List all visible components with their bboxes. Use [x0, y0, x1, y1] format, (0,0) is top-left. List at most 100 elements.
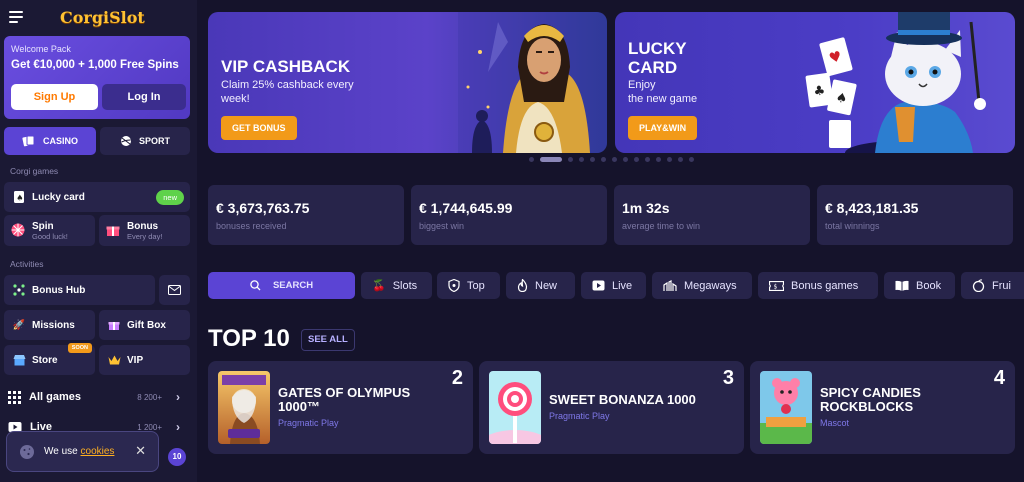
svg-text:♣: ♣ — [813, 83, 827, 99]
search-label: SEARCH — [272, 280, 314, 291]
banner-description-line-2: the new game — [628, 93, 698, 105]
bonus-hub-label: Bonus Hub — [32, 284, 86, 296]
category-new[interactable]: New — [506, 272, 575, 299]
carousel-dot[interactable] — [645, 157, 650, 162]
sidebar-item-gift-box[interactable]: Gift Box — [99, 310, 190, 340]
game-name: SPICY CANDIES ROCKBLOCKS — [820, 385, 921, 414]
carousel-dot[interactable] — [623, 157, 628, 162]
sidebar-item-store[interactable]: Store SOON — [4, 343, 95, 375]
section-title-top-10: TOP 10 — [208, 325, 290, 352]
all-games-count: 8 200+ — [137, 392, 162, 402]
new-badge: new — [156, 190, 184, 205]
carousel-dot-active[interactable] — [540, 157, 562, 162]
game-rank: 2 — [451, 367, 463, 389]
stat-card: € 3,673,763.75 bonuses received — [208, 185, 404, 245]
banner-vip-cashback[interactable]: VIP CASHBACK Claim 25% cashback every we… — [208, 12, 607, 153]
sidebar-item-missions[interactable]: 🚀 Missions — [4, 310, 95, 340]
game-card[interactable]: 3 SWEET BONANZA 1000 Pragmatic Play — [479, 361, 744, 454]
sidebar-item-vip[interactable]: VIP — [99, 345, 190, 375]
close-icon[interactable]: ✕ — [135, 443, 146, 459]
cookie-icon — [20, 444, 34, 459]
carousel-dot[interactable] — [529, 157, 534, 162]
gift-box-icon — [107, 318, 121, 332]
menu-icon[interactable] — [9, 11, 23, 23]
mail-icon — [168, 285, 181, 295]
cookie-text-label: We use — [44, 446, 78, 457]
category-live[interactable]: Live — [581, 272, 646, 299]
category-top[interactable]: Top — [437, 272, 500, 299]
stat-value: € 8,423,181.35 — [825, 200, 919, 216]
category-fruit[interactable]: Frui — [961, 272, 1024, 299]
mail-button[interactable] — [159, 275, 190, 305]
wheel-icon — [11, 223, 25, 237]
search-icon — [250, 280, 261, 291]
carousel-dot[interactable] — [678, 157, 683, 162]
carousel-dot[interactable] — [612, 157, 617, 162]
game-thumbnail-sweet-bonanza[interactable] — [489, 371, 541, 444]
category-book[interactable]: Book — [884, 272, 955, 299]
gift-box-label: Gift Box — [127, 319, 166, 331]
sidebar-item-bonus-hub[interactable]: Bonus Hub — [4, 275, 155, 305]
ticket-icon: $ — [769, 280, 784, 291]
game-rank: 4 — [993, 367, 1005, 389]
sidebar-item-spin[interactable]: Spin Good luck! — [4, 215, 95, 246]
game-name: GATES OF OLYMPUS 1000™ — [278, 385, 411, 414]
see-all-button[interactable]: SEE ALL — [301, 329, 355, 351]
stat-value: € 3,673,763.75 — [216, 200, 310, 216]
fruit-icon — [972, 279, 985, 292]
sidebar-item-all-games[interactable]: All games 8 200+ › — [8, 388, 186, 406]
sidebar-item-lucky-card[interactable]: ♠ Lucky card new — [4, 182, 190, 212]
bonus-label: Bonus — [127, 220, 159, 232]
carousel-dot[interactable] — [656, 157, 661, 162]
welcome-offer: Get €10,000 + 1,000 Free Spins — [11, 59, 179, 71]
stat-card: € 8,423,181.35 total winnings — [817, 185, 1013, 245]
ball-icon — [120, 136, 131, 146]
casino-tab[interactable]: CASINO — [4, 127, 96, 155]
cherry-icon: 🍒 — [372, 280, 386, 292]
game-provider[interactable]: Pragmatic Play — [278, 418, 339, 428]
stat-label: average time to win — [622, 221, 701, 231]
category-bonus-games[interactable]: $ Bonus games — [758, 272, 878, 299]
brand-logo[interactable]: CorgiSlot — [60, 8, 145, 27]
category-slots[interactable]: 🍒 Slots — [361, 272, 432, 299]
game-thumbnail-gates-of-olympus[interactable] — [218, 371, 270, 444]
carousel-dot[interactable] — [579, 157, 584, 162]
carousel-dot[interactable] — [667, 157, 672, 162]
flame-icon — [517, 279, 528, 292]
game-rank: 3 — [722, 367, 734, 389]
game-provider[interactable]: Mascot — [820, 418, 849, 428]
stat-label: biggest win — [419, 221, 465, 231]
carousel-pagination — [529, 157, 694, 162]
get-bonus-button[interactable]: GET BONUS — [221, 116, 297, 140]
category-megaways[interactable]: Megaways — [652, 272, 752, 299]
notification-count-badge[interactable]: 10 — [168, 448, 186, 466]
chevron-right-icon: › — [176, 390, 180, 404]
category-label: Live — [612, 279, 633, 292]
banner-title: VIP CASHBACK — [221, 57, 351, 76]
carousel-dot[interactable] — [634, 157, 639, 162]
sport-tab[interactable]: SPORT — [100, 127, 190, 155]
sign-up-button[interactable]: Sign Up — [11, 84, 98, 110]
carousel-dot[interactable] — [590, 157, 595, 162]
bonus-sublabel: Every day! — [127, 231, 163, 241]
banner-lucky-card[interactable]: ♥ ♠ ♣ LUCKY CARD Enjoy the new game PLAY… — [615, 12, 1015, 153]
search-button[interactable]: SEARCH — [208, 272, 355, 299]
game-card[interactable]: 4 SPICY CANDIES ROCKBLOCKS Mascot — [750, 361, 1015, 454]
grid-icon — [8, 390, 21, 404]
stat-value: € 1,744,645.99 — [419, 200, 513, 216]
carousel-dot[interactable] — [601, 157, 606, 162]
play-and-win-button[interactable]: PLAY&WIN — [628, 116, 698, 140]
game-card[interactable]: 2 GATES OF OLYMPUS 1000™ Pragmatic Play — [208, 361, 473, 454]
carousel-dot[interactable] — [689, 157, 694, 162]
game-provider[interactable]: Pragmatic Play — [549, 411, 610, 421]
category-label: Book — [916, 279, 942, 292]
megaways-icon — [663, 279, 677, 291]
sidebar-item-bonus[interactable]: Bonus Every day! — [99, 215, 190, 246]
game-thumbnail-spicy-candies[interactable] — [760, 371, 812, 444]
banner-title-line-1: LUCKY — [628, 39, 687, 58]
carousel-dot[interactable] — [568, 157, 573, 162]
cookies-link[interactable]: cookies — [81, 446, 115, 457]
card-icon: ♠ — [12, 190, 26, 204]
log-in-button[interactable]: Log In — [102, 84, 186, 110]
sport-tab-label: SPORT — [138, 136, 170, 146]
